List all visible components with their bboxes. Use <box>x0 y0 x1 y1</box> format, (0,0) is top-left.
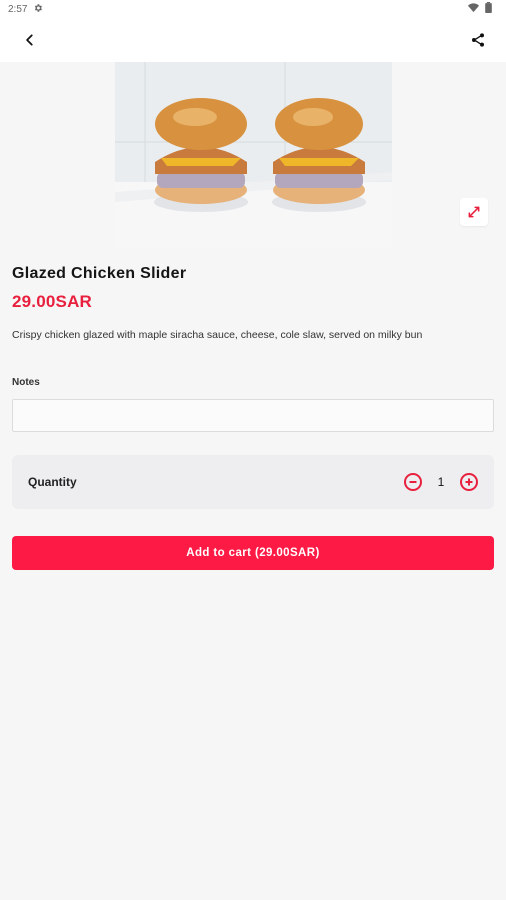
quantity-label: Quantity <box>28 474 77 489</box>
product-title: Glazed Chicken Slider <box>12 265 187 282</box>
quantity-value: 1 <box>437 474 445 489</box>
status-time: 2:57 <box>8 3 28 15</box>
quantity-stepper: 1 <box>404 472 478 491</box>
status-right <box>468 2 492 16</box>
product-details: Glazed Chicken Slider 29.00SAR Crispy ch… <box>0 265 506 570</box>
status-left: 2:57 <box>8 3 43 16</box>
notes-label: Notes <box>12 376 40 388</box>
product-price: 29.00SAR <box>12 292 93 311</box>
battery-icon <box>485 2 492 16</box>
wifi-icon <box>468 2 479 16</box>
gear-icon <box>33 3 43 16</box>
status-bar: 2:57 <box>0 0 506 18</box>
product-image[interactable] <box>115 62 392 247</box>
quantity-card: Quantity 1 <box>12 454 494 509</box>
expand-icon[interactable] <box>460 198 488 226</box>
notes-input[interactable] <box>12 398 494 432</box>
app-bar <box>0 18 506 62</box>
add-to-cart-button[interactable]: Add to cart (29.00SAR) <box>12 535 494 570</box>
share-icon[interactable] <box>464 26 492 54</box>
product-hero <box>0 62 506 247</box>
add-to-cart-label: Add to cart (29.00SAR) <box>186 546 320 559</box>
back-arrow-icon[interactable] <box>16 26 44 54</box>
product-description: Crispy chicken glazed with maple siracha… <box>12 329 423 341</box>
plus-circle-icon[interactable] <box>460 472 478 491</box>
minus-circle-icon[interactable] <box>404 472 422 491</box>
